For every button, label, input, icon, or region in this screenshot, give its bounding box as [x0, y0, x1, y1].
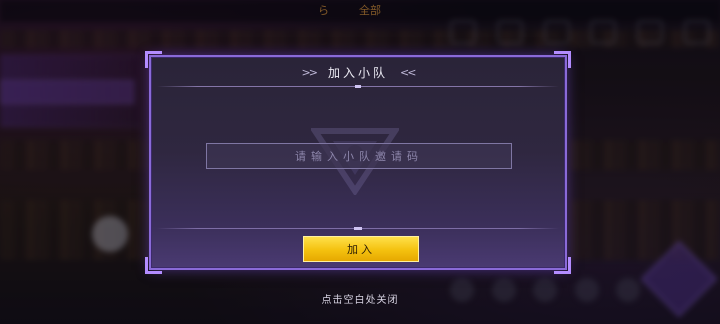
divider-nub [354, 227, 362, 230]
team-invite-code-input[interactable] [206, 143, 512, 169]
join-team-dialog: >> 加入小队 << 加入 [145, 51, 571, 274]
join-button-label: 加入 [347, 243, 375, 256]
title-divider [157, 85, 559, 88]
dialog-corner-decoration [145, 257, 162, 274]
close-hint-text: 点击空白处关闭 [321, 295, 399, 306]
title-decoration-left: >> [301, 65, 319, 79]
dialog-header: >> 加入小队 << [151, 61, 565, 83]
bottom-divider [157, 227, 559, 230]
dialog-title: 加入小队 [327, 65, 388, 80]
divider-nub [355, 85, 361, 88]
game-screen: ら 全部 >> 加入小队 << 加入 点击空白处关闭 [0, 0, 720, 324]
join-button[interactable]: 加入 [303, 236, 419, 262]
title-decoration-right: << [400, 65, 417, 79]
